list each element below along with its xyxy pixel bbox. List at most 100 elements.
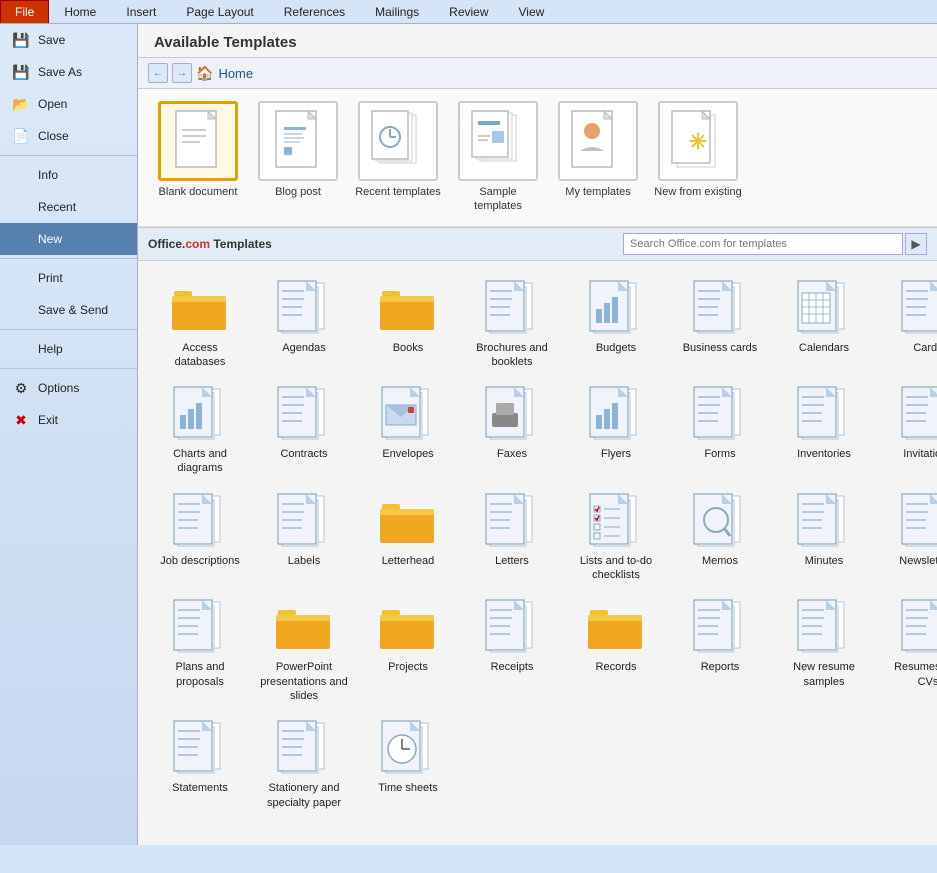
grid-item[interactable]: Statements [154, 715, 246, 814]
grid-item[interactable]: Letters [466, 488, 558, 587]
grid-item[interactable]: Labels [258, 488, 350, 587]
template-blog-post[interactable]: Blog post [254, 101, 342, 214]
tab-review[interactable]: Review [434, 0, 503, 23]
recent-svg [370, 109, 426, 173]
grid-item[interactable]: Forms [674, 381, 766, 480]
grid-item[interactable]: Job descriptions [154, 488, 246, 587]
template-grid-icon [274, 719, 334, 777]
template-grid-label: Brochures and booklets [468, 341, 556, 370]
template-icon-sample [458, 101, 538, 181]
exit-icon: ✖ [12, 411, 30, 429]
template-label-blank: Blank document [159, 185, 238, 199]
tab-mailings[interactable]: Mailings [360, 0, 434, 23]
sidebar-sep-4 [0, 368, 137, 369]
template-grid-label: Minutes [805, 554, 844, 568]
nav-bar: ← → 🏠 Home [138, 58, 937, 89]
template-grid-icon [378, 719, 438, 777]
template-label-newexisting: New from existing [654, 185, 741, 199]
grid-item[interactable]: Access databases [154, 275, 246, 374]
blog-svg [270, 109, 326, 173]
sidebar-item-savesend[interactable]: Save & Send [0, 294, 137, 326]
tab-view[interactable]: View [504, 0, 560, 23]
nav-home-button[interactable]: 🏠 Home [196, 65, 253, 82]
grid-item[interactable]: Books [362, 275, 454, 374]
grid-item[interactable]: Envelopes [362, 381, 454, 480]
grid-item[interactable]: Stationery and specialty paper [258, 715, 350, 814]
grid-item[interactable]: Faxes [466, 381, 558, 480]
template-grid-label: Business cards [683, 341, 758, 355]
nav-forward-button[interactable]: → [172, 63, 192, 83]
template-grid-label: Resumes and CVs [884, 660, 937, 689]
template-my[interactable]: My templates [554, 101, 642, 214]
nav-back-button[interactable]: ← [148, 63, 168, 83]
sidebar-sep-3 [0, 329, 137, 330]
search-input[interactable] [623, 233, 903, 255]
officecom-title: Office.com Templates [148, 237, 272, 251]
grid-item[interactable]: Letterhead [362, 488, 454, 587]
template-grid-label: Lists and to-do checklists [572, 554, 660, 583]
grid-item[interactable]: Charts and diagrams [154, 381, 246, 480]
grid-item[interactable]: Receipts [466, 594, 558, 707]
sidebar-item-help[interactable]: Help [0, 333, 137, 365]
blank-doc-svg [170, 109, 226, 173]
grid-item[interactable]: PowerPoint presentations and slides [258, 594, 350, 707]
template-grid-icon [898, 598, 937, 656]
grid-item[interactable]: Resumes and CVs [882, 594, 937, 707]
sidebar-item-new[interactable]: New [0, 223, 137, 255]
search-button[interactable]: ▶ [905, 233, 927, 255]
template-grid-icon [898, 492, 937, 550]
template-icon-newexisting: ✳ [658, 101, 738, 181]
sidebar-item-recent[interactable]: Recent [0, 191, 137, 223]
sidebar-item-open[interactable]: 📂 Open [0, 88, 137, 120]
grid-item[interactable]: Budgets [570, 275, 662, 374]
grid-item[interactable]: Cards [882, 275, 937, 374]
grid-item[interactable]: Records [570, 594, 662, 707]
sidebar-item-save[interactable]: 💾 Save [0, 24, 137, 56]
sidebar-item-exit[interactable]: ✖ Exit [0, 404, 137, 436]
template-grid-icon [170, 279, 230, 337]
grid-item[interactable]: Reports [674, 594, 766, 707]
template-icon-my [558, 101, 638, 181]
tab-home[interactable]: Home [49, 0, 111, 23]
sidebar-item-print[interactable]: Print [0, 262, 137, 294]
grid-item[interactable]: New resume samples [778, 594, 870, 707]
grid-item[interactable]: Minutes [778, 488, 870, 587]
search-bar: ▶ [623, 233, 927, 255]
template-new-from-existing[interactable]: ✳ New from existing [654, 101, 742, 214]
sidebar-label-print: Print [38, 271, 63, 285]
sidebar-item-saveas[interactable]: 💾 Save As [0, 56, 137, 88]
template-grid-icon [482, 598, 542, 656]
template-icon-blank [158, 101, 238, 181]
tab-file[interactable]: File [0, 0, 49, 23]
template-grid-label: Charts and diagrams [156, 447, 244, 476]
template-grid-label: Plans and proposals [156, 660, 244, 689]
tab-page-layout[interactable]: Page Layout [171, 0, 268, 23]
grid-item[interactable]: Projects [362, 594, 454, 707]
template-grid-icon [170, 719, 230, 777]
template-grid-icon [482, 492, 542, 550]
grid-item[interactable]: Invitations [882, 381, 937, 480]
sidebar-item-options[interactable]: ⚙ Options [0, 372, 137, 404]
grid-item[interactable]: Lists and to-do checklists [570, 488, 662, 587]
grid-item[interactable]: Plans and proposals [154, 594, 246, 707]
grid-item[interactable]: Inventories [778, 381, 870, 480]
grid-item[interactable]: Business cards [674, 275, 766, 374]
sidebar-label-recent: Recent [38, 200, 76, 214]
grid-item[interactable]: Calendars [778, 275, 870, 374]
page-title: Available Templates [154, 34, 297, 51]
sidebar-item-close[interactable]: 📄 Close [0, 120, 137, 152]
grid-item[interactable]: Newsletters [882, 488, 937, 587]
tab-insert[interactable]: Insert [111, 0, 171, 23]
template-blank-document[interactable]: Blank document [154, 101, 242, 214]
sidebar-item-info[interactable]: Info [0, 159, 137, 191]
grid-item[interactable]: Brochures and booklets [466, 275, 558, 374]
grid-item[interactable]: Flyers [570, 381, 662, 480]
grid-item[interactable]: Memos [674, 488, 766, 587]
template-sample[interactable]: Sample templates [454, 101, 542, 214]
grid-item[interactable]: Contracts [258, 381, 350, 480]
grid-item[interactable]: Agendas [258, 275, 350, 374]
template-recent[interactable]: Recent templates [354, 101, 442, 214]
template-grid-icon [274, 598, 334, 656]
tab-references[interactable]: References [269, 0, 360, 23]
grid-item[interactable]: Time sheets [362, 715, 454, 814]
